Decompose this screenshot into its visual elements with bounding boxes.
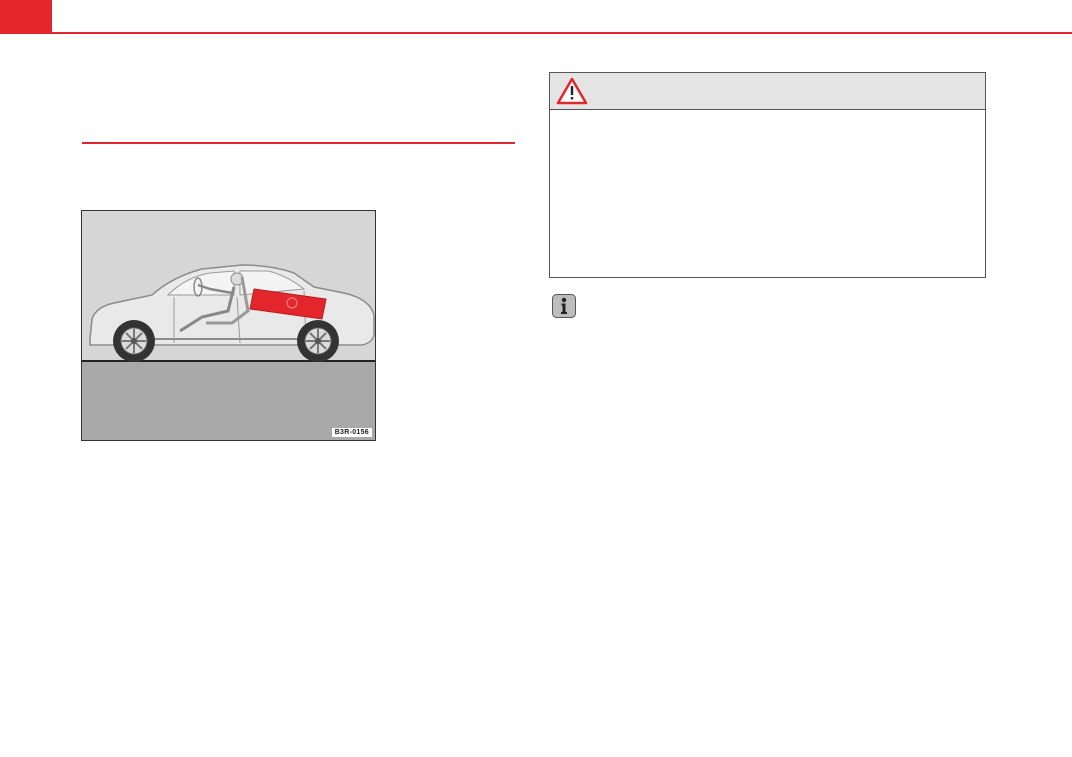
- warning-header: [550, 73, 985, 110]
- car-illustration: B3R-0156: [81, 210, 376, 441]
- warning-box: [549, 72, 986, 278]
- header-rule: [0, 32, 1072, 34]
- section-rule: [82, 142, 515, 144]
- figure-label: B3R-0156: [331, 428, 372, 437]
- car-side-airbag-illustration: [82, 211, 375, 440]
- page-corner-tab: [0, 0, 52, 34]
- info-icon: [552, 294, 576, 318]
- warning-triangle-icon: [556, 77, 588, 105]
